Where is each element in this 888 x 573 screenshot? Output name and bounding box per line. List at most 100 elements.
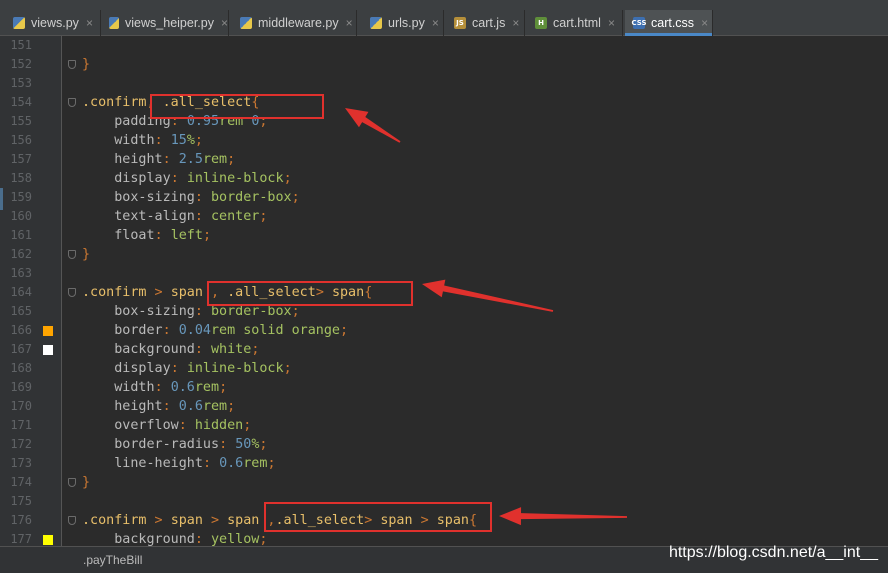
code-token: ; xyxy=(291,190,300,205)
fold-marker-icon[interactable] xyxy=(68,478,76,487)
line-number: 172 xyxy=(10,437,32,451)
code-token: .confirm xyxy=(82,95,147,110)
line-number: 165 xyxy=(10,304,32,318)
tab-cart-js[interactable]: JS cart.js × xyxy=(446,10,525,36)
code-token: float xyxy=(114,228,155,243)
code-line: float: left; xyxy=(82,226,211,245)
tab-label: urls.py xyxy=(388,16,425,30)
code-token: ; xyxy=(227,152,236,167)
code-token: 0.6 xyxy=(170,380,195,395)
code-token: ; xyxy=(340,323,349,338)
code-token: inline-block xyxy=(186,171,284,186)
code-token: ; xyxy=(259,437,268,452)
code-token: : xyxy=(154,228,171,243)
code-token: line-height xyxy=(114,456,203,471)
code-token: : xyxy=(194,190,211,205)
close-icon[interactable]: × xyxy=(701,16,708,30)
python-file-icon xyxy=(370,17,382,29)
line-number: 163 xyxy=(10,266,32,280)
python-file-icon xyxy=(109,17,120,29)
code-line: line-height: 0.6rem; xyxy=(82,454,276,473)
code-token: span xyxy=(170,513,203,528)
fold-marker-icon[interactable] xyxy=(68,250,76,259)
code-token: ; xyxy=(243,418,252,433)
code-token: : xyxy=(162,152,179,167)
tab-label: middleware.py xyxy=(258,16,339,30)
line-number: 151 xyxy=(10,38,32,52)
close-icon[interactable]: × xyxy=(608,16,615,30)
color-preview-swatch[interactable] xyxy=(43,345,53,355)
line-number: 155 xyxy=(10,114,32,128)
code-token: : xyxy=(194,532,211,546)
code-token: height xyxy=(114,399,163,414)
code-token: 2.5 xyxy=(178,152,203,167)
code-line: height: 2.5rem; xyxy=(82,150,235,169)
line-number: 170 xyxy=(10,399,32,413)
code-token: ; xyxy=(259,532,268,546)
code-line: height: 0.6rem; xyxy=(82,397,235,416)
code-line: overflow: hidden; xyxy=(82,416,251,435)
code-token: width xyxy=(114,133,155,148)
tab-label: views_heiper.py xyxy=(125,16,214,30)
line-number: 164 xyxy=(10,285,32,299)
js-file-icon: JS xyxy=(454,17,466,29)
tab-cart-css[interactable]: CSS cart.css × xyxy=(625,10,713,36)
code-token: : xyxy=(194,304,211,319)
fold-marker-icon[interactable] xyxy=(68,98,76,107)
fold-marker-icon[interactable] xyxy=(68,60,76,69)
color-preview-swatch[interactable] xyxy=(43,326,53,336)
code-line: display: inline-block; xyxy=(82,169,291,188)
code-token: left xyxy=(170,228,203,243)
code-token: center xyxy=(211,209,260,224)
tab-cart-html[interactable]: Hcart.html × xyxy=(527,10,623,36)
code-token: ; xyxy=(267,456,276,471)
code-token: border-box xyxy=(211,190,292,205)
code-token: ; xyxy=(227,399,236,414)
code-token: span xyxy=(170,285,203,300)
css-file-icon: CSS xyxy=(631,17,647,29)
fold-marker-icon[interactable] xyxy=(68,516,76,525)
left-tool-strip-marker xyxy=(0,188,3,210)
close-icon[interactable]: × xyxy=(86,16,93,30)
code-line: text-align: center; xyxy=(82,207,267,226)
close-icon[interactable]: × xyxy=(346,16,353,30)
code-token: : xyxy=(162,323,179,338)
code-line: border-radius: 50%; xyxy=(82,435,267,454)
tab-label: cart.css xyxy=(651,16,695,30)
code-token: rem xyxy=(194,380,220,395)
tab-views-heiper-py[interactable]: views_heiper.py × xyxy=(101,10,229,36)
close-icon[interactable]: × xyxy=(432,16,439,30)
code-token: span xyxy=(227,513,260,528)
code-token: background xyxy=(114,532,195,546)
code-token: border-radius xyxy=(114,437,220,452)
code-token: : xyxy=(170,171,187,186)
code-editor[interactable]: } .confirm, .all_select{ padding: 0.95rem… xyxy=(62,36,888,546)
code-line: } xyxy=(82,55,90,74)
structure-breadcrumb[interactable]: .payTheBill xyxy=(83,553,142,567)
tab-views-py[interactable]: views.py × xyxy=(5,10,101,36)
close-icon[interactable]: × xyxy=(221,16,228,30)
color-preview-swatch[interactable] xyxy=(43,535,53,545)
tab-urls-py[interactable]: urls.py × xyxy=(362,10,444,36)
line-number: 154 xyxy=(10,95,32,109)
tab-middleware-py[interactable]: middleware.py × xyxy=(232,10,357,36)
code-token: } xyxy=(82,247,91,262)
code-token: border-box xyxy=(211,304,292,319)
code-line: } xyxy=(82,473,90,492)
code-token: 0.6 xyxy=(219,456,244,471)
fold-marker-icon[interactable] xyxy=(68,288,76,297)
code-token: rem xyxy=(202,152,228,167)
close-icon[interactable]: × xyxy=(512,16,519,30)
python-file-icon xyxy=(13,17,25,29)
code-token: ; xyxy=(219,380,228,395)
code-token: inline-block xyxy=(186,361,284,376)
line-number: 174 xyxy=(10,475,32,489)
line-number: 153 xyxy=(10,76,32,90)
